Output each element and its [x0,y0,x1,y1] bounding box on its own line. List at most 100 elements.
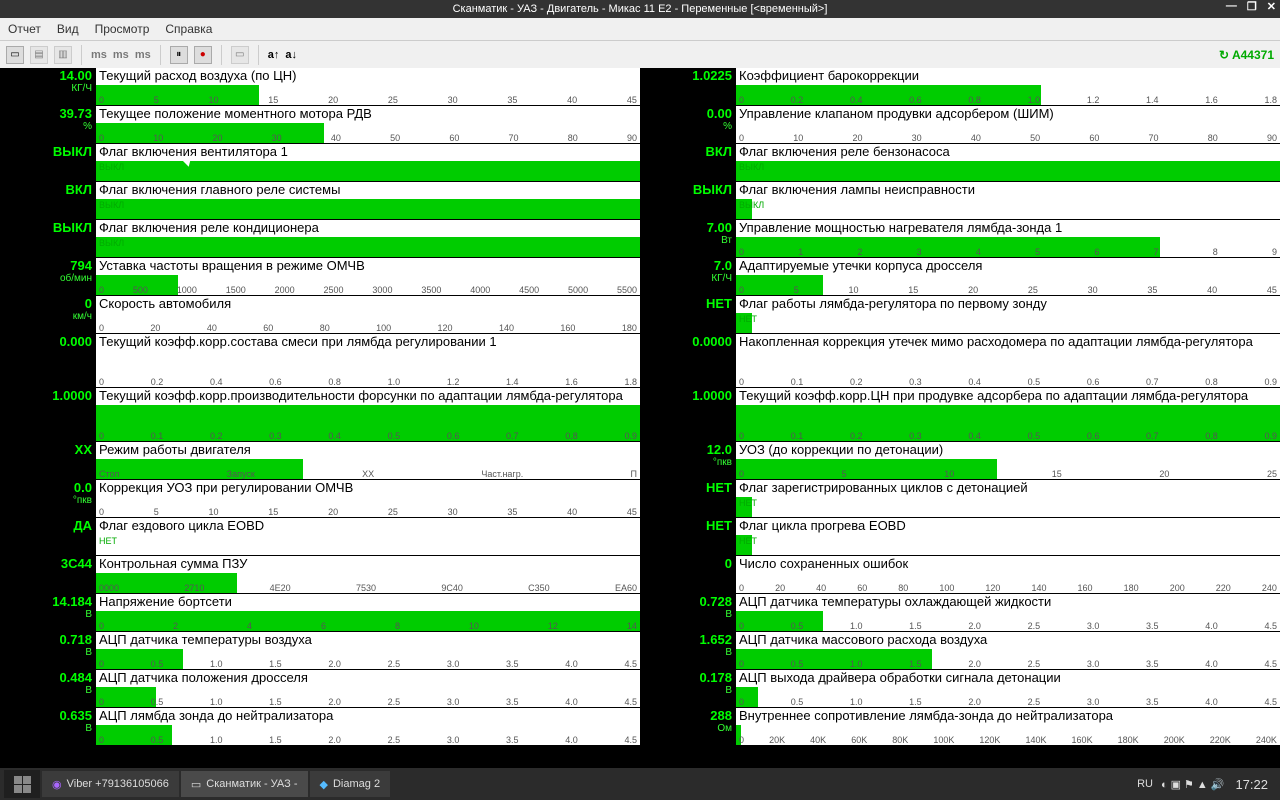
param-value: 0.0000 [640,334,736,387]
param-value: 0.484В [0,670,96,707]
param-row[interactable]: 0.0°пквКоррекция УОЗ при регулировании О… [0,480,640,518]
param-row[interactable]: 1.0000Текущий коэфф.корр.производительно… [0,388,640,442]
param-row[interactable]: 0.178ВАЦП выхода драйвера обработки сигн… [640,670,1280,708]
param-bar: СтопЗапускХХЧаст.нагр.П [96,459,640,479]
param-row[interactable]: 0.635ВАЦП лямбда зонда до нейтрализатора… [0,708,640,746]
param-row[interactable]: 794об/минУставка частоты вращения в режи… [0,258,640,296]
param-bar: ВЫКЛ [736,161,1280,181]
param-row[interactable]: 7.0КГ/ЧАдаптируемые утечки корпуса дросс… [640,258,1280,296]
tray-icons[interactable]: ◐▣⚑▲🔊 [1161,778,1227,791]
close-button[interactable]: ✕ [1267,0,1276,13]
param-label: Режим работы двигателя [96,442,640,459]
param-row[interactable]: НЕТФлаг зарегистрированных циклов с дето… [640,480,1280,518]
menu-report[interactable]: Отчет [8,22,41,36]
param-row[interactable]: ВКЛФлаг включения реле бензонасосаВЫКЛ [640,144,1280,182]
menu-view[interactable]: Вид [57,22,79,36]
param-row[interactable]: 288ОмВнутреннее сопротивление лямбда-зон… [640,708,1280,746]
param-label: Текущий коэфф.корр.производительности фо… [96,388,640,405]
param-label: Число сохраненных ошибок [736,556,1280,573]
param-label: Флаг включения вентилятора 1 [96,144,640,161]
menu-browse[interactable]: Просмотр [95,22,150,36]
parameter-grid: 14.00КГ/ЧТекущий расход воздуха (по ЦН)0… [0,68,1280,760]
param-bar: НЕТ [736,497,1280,517]
param-value: 3C44 [0,556,96,593]
param-row[interactable]: 0.484ВАЦП датчика положения дросселя00.5… [0,670,640,708]
tool-3[interactable]: ▥ [54,46,72,64]
param-row[interactable]: 0км/чСкорость автомобиля0204060801001201… [0,296,640,334]
param-row[interactable]: 1.652ВАЦП датчика массового расхода возд… [640,632,1280,670]
tool-1[interactable]: ▭ [6,46,24,64]
param-row[interactable]: ВЫКЛФлаг включения реле кондиционераВЫКЛ [0,220,640,258]
param-bar: 0123456789 [736,237,1280,257]
param-row[interactable]: 7.00ВтУправление мощностью нагревателя л… [640,220,1280,258]
param-value: 14.184В [0,594,96,631]
task-scanmatic[interactable]: ▭Сканматик - УАЗ - [181,771,308,797]
param-row[interactable]: 0.718ВАЦП датчика температуры воздуха00.… [0,632,640,670]
param-label: УОЗ (до коррекции по детонации) [736,442,1280,459]
param-label: Флаг включения лампы неисправности [736,182,1280,199]
clock[interactable]: 17:22 [1235,777,1268,792]
param-row[interactable]: 0.728ВАЦП датчика температуры охлаждающе… [640,594,1280,632]
param-label: Управление клапаном продувки адсорбером … [736,106,1280,123]
param-value: НЕТ [640,296,736,333]
param-label: Скорость автомобиля [96,296,640,313]
param-value: 0 [640,556,736,593]
param-label: АЦП датчика массового расхода воздуха [736,632,1280,649]
param-value: 1.0225 [640,68,736,105]
param-row[interactable]: 1.0225Коэффициент барокоррекции00.20.40.… [640,68,1280,106]
param-value: 0.178В [640,670,736,707]
param-bar: 00.51.01.52.02.53.03.54.04.5 [736,649,1280,669]
param-row[interactable]: 0Число сохраненных ошибок020406080100120… [640,556,1280,594]
tool-record[interactable]: ● [194,46,212,64]
start-button[interactable] [4,770,40,798]
param-bar: 00.20.40.60.81.01.21.41.61.8 [736,85,1280,105]
param-bar: 051015202530354045 [96,497,640,517]
task-diamag[interactable]: ◆Diamag 2 [310,771,391,797]
param-label: Уставка частоты вращения в режиме ОМЧВ [96,258,640,275]
param-row[interactable]: ВЫКЛФлаг включения лампы неисправностиВЫ… [640,182,1280,220]
param-row[interactable]: 0.0000Накопленная коррекция утечек мимо … [640,334,1280,388]
param-row[interactable]: 0.00%Управление клапаном продувки адсорб… [640,106,1280,144]
param-row[interactable]: 14.184ВНапряжение бортсети02468101214 [0,594,640,632]
param-row[interactable]: ХХРежим работы двигателяСтопЗапускХХЧаст… [0,442,640,480]
param-row[interactable]: 0.000Текущий коэфф.корр.состава смеси пр… [0,334,640,388]
tool-chart[interactable]: ▭ [231,46,249,64]
maximize-button[interactable]: ❐ [1247,0,1257,13]
tool-text-inc[interactable]: a↑ [268,49,280,61]
param-row[interactable]: 12.0°пквУОЗ (до коррекции по детонации)0… [640,442,1280,480]
lang-indicator[interactable]: RU [1137,778,1153,790]
param-row[interactable]: НЕТФлаг работы лямбда-регулятора по перв… [640,296,1280,334]
param-label: АЦП лямбда зонда до нейтрализатора [96,708,640,725]
minimize-button[interactable]: — [1226,0,1237,13]
param-value: ВКЛ [640,144,736,181]
tool-2[interactable]: ▤ [30,46,48,64]
param-row[interactable]: ДАФлаг ездового цикла EOBDНЕТ [0,518,640,556]
param-bar: 000027104E2075309C40C350EA60 [96,573,640,593]
param-bar: 0102030405060708090 [736,123,1280,143]
param-label: АЦП выхода драйвера обработки сигнала де… [736,670,1280,687]
param-label: Флаг ездового цикла EOBD [96,518,640,535]
tool-pause[interactable]: ⏸ [170,46,188,64]
param-value: 1.0000 [0,388,96,441]
param-label: АЦП датчика положения дросселя [96,670,640,687]
window-controls: — ❐ ✕ [1226,0,1276,13]
param-row[interactable]: 39.73%Текущее положение моментного мотор… [0,106,640,144]
param-bar: 00.51.01.52.02.53.03.54.04.5 [736,687,1280,707]
param-bar: 00.51.01.52.02.53.03.54.04.5 [96,725,640,745]
menu-help[interactable]: Справка [165,22,212,36]
column-right: 1.0225Коэффициент барокоррекции00.20.40.… [640,68,1280,760]
param-row[interactable]: ВЫКЛФлаг включения вентилятора 1ВЫКЛ [0,144,640,182]
param-row[interactable]: НЕТФлаг цикла прогрева EOBDНЕТ [640,518,1280,556]
param-row[interactable]: 14.00КГ/ЧТекущий расход воздуха (по ЦН)0… [0,68,640,106]
tool-text-dec[interactable]: a↓ [285,49,297,61]
param-bar: НЕТ [736,313,1280,333]
session-id: ↻ A44371 [1219,48,1274,62]
param-bar: 051015202530354045 [736,275,1280,295]
param-value: 1.0000 [640,388,736,441]
param-row[interactable]: 1.0000Текущий коэфф.корр.ЦН при продувке… [640,388,1280,442]
param-row[interactable]: ВКЛФлаг включения главного реле системыВ… [0,182,640,220]
ms-label-1: ms [91,49,107,61]
param-row[interactable]: 3C44Контрольная сумма ПЗУ000027104E20753… [0,556,640,594]
task-viber[interactable]: ◉Viber +79136105066 [42,771,179,797]
param-bar: ВЫКЛ [736,199,1280,219]
